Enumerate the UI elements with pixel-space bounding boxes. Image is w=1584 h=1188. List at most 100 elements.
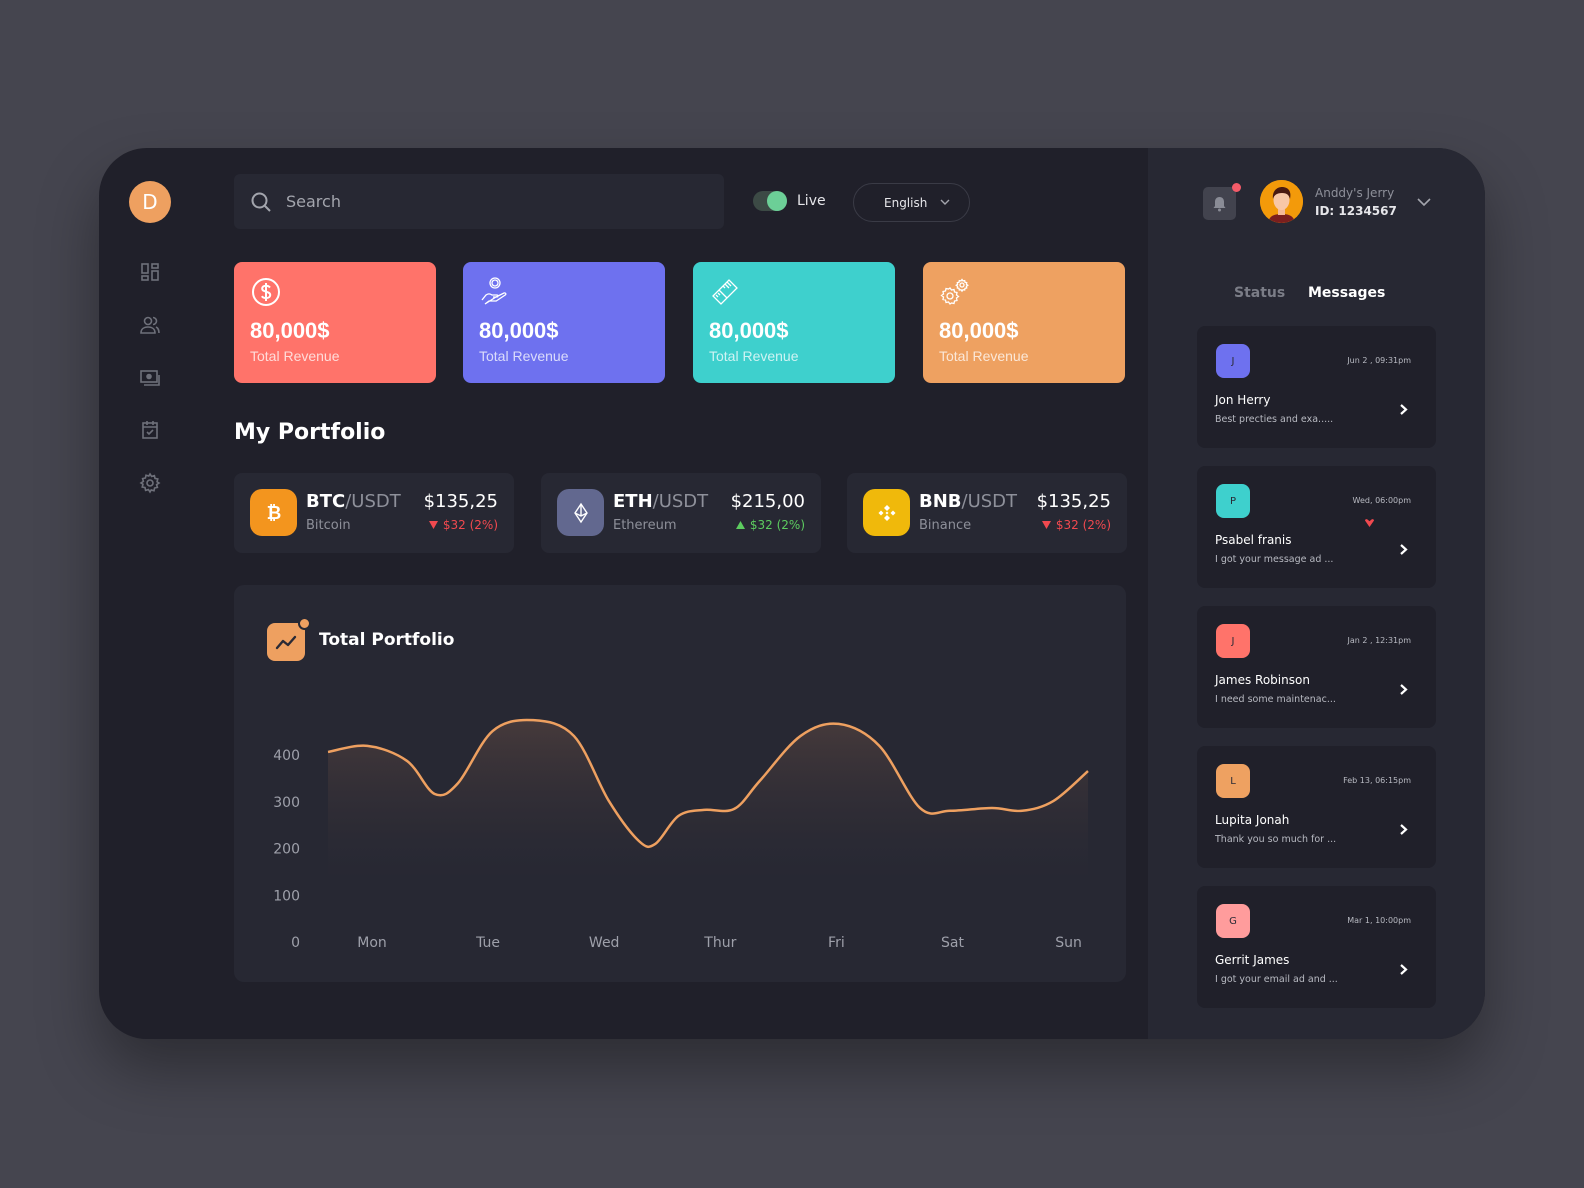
message-sender: James Robinson: [1215, 673, 1310, 687]
x-tick-label: Sun: [1055, 935, 1082, 951]
arrow-up-icon: [735, 521, 745, 529]
heart-icon: [1365, 519, 1374, 527]
avatar[interactable]: [1260, 180, 1303, 223]
message-item[interactable]: G Mar 1, 10:00pm Gerrit James I got your em…: [1197, 886, 1436, 1008]
chevron-right-icon[interactable]: [1399, 543, 1408, 556]
y-tick-label: 300: [273, 795, 300, 811]
user-id: ID: 1234567: [1315, 204, 1397, 218]
arrow-down-icon: [1041, 521, 1051, 529]
user-name: Anddy's Jerry: [1315, 186, 1395, 200]
chart-trend-icon: [267, 617, 311, 661]
coin-quote: /USDT: [652, 491, 709, 512]
tab-messages[interactable]: Messages: [1308, 285, 1385, 301]
coin-card-btc[interactable]: ₿ BTC/USDT Bitcoin $135,25 $32 (2%): [234, 473, 514, 553]
message-item[interactable]: L Feb 13, 06:15pm Lupita Jonah Thank you so…: [1197, 746, 1436, 868]
message-preview: I got your message ad ...: [1215, 554, 1334, 565]
message-avatar: J: [1216, 624, 1250, 658]
chevron-right-icon[interactable]: [1399, 683, 1408, 696]
total-portfolio-chart: 0 100 200 300 400 Mon Tue Wed Thur Fri Sat Sun Tot…: [234, 585, 1126, 982]
x-tick-label: Sat: [941, 935, 964, 951]
chart-icon-dot: [298, 617, 311, 630]
coin-symbol: BTC: [306, 491, 346, 512]
message-sender: Lupita Jonah: [1215, 813, 1290, 827]
coin-change: $32 (2%): [428, 518, 498, 532]
portfolio-title: My Portfolio: [234, 420, 386, 445]
message-time: Feb 13, 06:15pm: [1343, 776, 1411, 785]
search-bar[interactable]: [234, 174, 724, 229]
ticket-icon: [709, 276, 741, 308]
app-window: D Search Live English 80,000$ Total Reve…: [99, 148, 1485, 1039]
dollar-circle-icon: [250, 276, 282, 308]
x-tick-label: Wed: [589, 935, 620, 951]
message-sender: Gerrit James: [1215, 953, 1290, 967]
message-preview: Best precties and exa.....: [1215, 414, 1334, 425]
search-icon: [251, 192, 271, 212]
stat-label: Total Revenue: [709, 348, 799, 364]
user-avatar-icon: [1260, 180, 1303, 223]
coin-change-value: $32 (2%): [749, 518, 805, 532]
y-tick-label: 100: [273, 888, 300, 904]
chart-area-fill: [328, 719, 1088, 882]
message-sender: Jon Herry: [1215, 393, 1271, 407]
message-item[interactable]: J Jan 2 , 12:31pm James Robinson I need som…: [1197, 606, 1436, 728]
notification-button[interactable]: [1203, 183, 1241, 220]
search-input[interactable]: [286, 192, 686, 211]
stat-card-revenue-3[interactable]: 80,000$ Total Revenue: [693, 262, 895, 383]
stat-label: Total Revenue: [250, 348, 340, 364]
stat-label: Total Revenue: [479, 348, 569, 364]
coin-price: $135,25: [1036, 491, 1111, 512]
coin-name: Bitcoin: [306, 518, 351, 533]
stat-value: 80,000$: [939, 318, 1019, 343]
main-content: Live English 80,000$ Total Revenue 80,00…: [99, 148, 1148, 1039]
stat-card-revenue-4[interactable]: 80,000$ Total Revenue: [923, 262, 1125, 383]
notification-dot: [1232, 183, 1241, 192]
chevron-right-icon[interactable]: [1399, 403, 1408, 416]
chevron-right-icon[interactable]: [1399, 963, 1408, 976]
tab-status[interactable]: Status: [1234, 285, 1285, 301]
message-time: Jun 2 , 09:31pm: [1347, 356, 1411, 365]
coin-symbol: ETH: [613, 491, 653, 512]
ethereum-icon: [573, 502, 588, 523]
bitcoin-icon: ₿: [266, 503, 281, 524]
coin-badge: [557, 489, 604, 536]
message-item[interactable]: J Jun 2 , 09:31pm Jon Herry Best precties a…: [1197, 326, 1436, 448]
coin-pair: BTC/USDT: [306, 491, 401, 512]
chevron-right-icon[interactable]: [1399, 823, 1408, 836]
stat-value: 80,000$: [479, 318, 559, 343]
x-tick-label: Mon: [357, 935, 387, 951]
user-menu-chevron-icon[interactable]: [1416, 196, 1432, 208]
message-avatar: L: [1216, 764, 1250, 798]
y-tick-label: 200: [273, 842, 300, 858]
x-tick-label: Thur: [703, 935, 736, 951]
message-preview: Thank you so much for ...: [1215, 834, 1337, 845]
coin-pair: BNB/USDT: [919, 491, 1017, 512]
x-tick-label: Tue: [475, 935, 500, 951]
message-item[interactable]: P Wed, 06:00pm Psabel franis I got your mes…: [1197, 466, 1436, 588]
coin-change: $32 (2%): [735, 518, 805, 532]
live-toggle-group: Live: [753, 191, 826, 211]
gears-icon: [939, 276, 971, 308]
coin-badge: ₿: [250, 489, 297, 536]
coin-price: $135,25: [423, 491, 498, 512]
coin-card-eth[interactable]: ETH/USDT Ethereum $215,00 $32 (2%): [541, 473, 821, 553]
coin-quote: /USDT: [345, 491, 401, 512]
x-tick-label: Fri: [828, 935, 845, 951]
bell-icon: [1213, 196, 1226, 211]
svg-text:₿: ₿: [266, 503, 281, 524]
message-time: Wed, 06:00pm: [1352, 496, 1411, 505]
chevron-down-icon: [940, 199, 950, 205]
coin-badge: [863, 489, 910, 536]
y-tick-label: 0: [291, 935, 300, 951]
stat-card-revenue-2[interactable]: 80,000$ Total Revenue: [463, 262, 665, 383]
coin-change: $32 (2%): [1041, 518, 1111, 532]
message-preview: I need some maintenac...: [1215, 694, 1336, 705]
stat-card-revenue-1[interactable]: 80,000$ Total Revenue: [234, 262, 436, 383]
language-select[interactable]: English: [853, 183, 970, 222]
live-toggle[interactable]: [753, 191, 787, 211]
coin-change-value: $32 (2%): [442, 518, 498, 532]
coin-card-bnb[interactable]: BNB/USDT Binance $135,25 $32 (2%): [847, 473, 1127, 553]
y-tick-label: 400: [273, 748, 300, 764]
binance-icon: [878, 504, 895, 521]
stat-value: 80,000$: [250, 318, 330, 343]
coin-name: Binance: [919, 518, 972, 533]
